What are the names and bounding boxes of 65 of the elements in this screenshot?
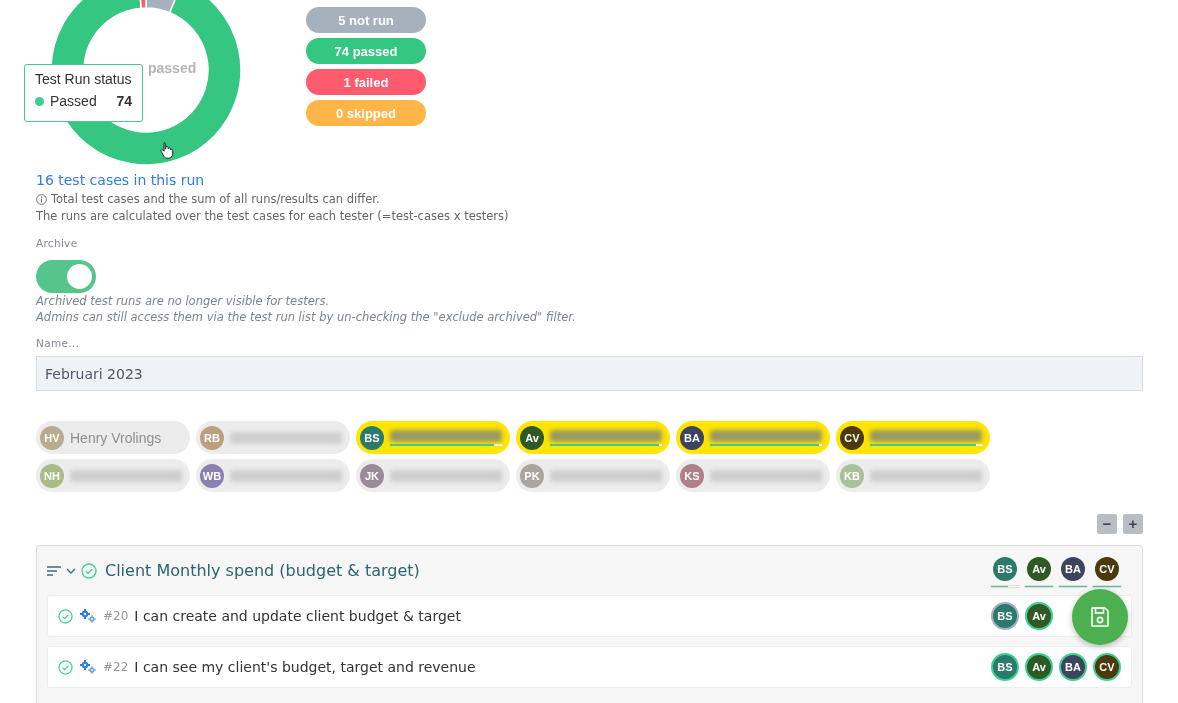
- tester-result-avatar[interactable]: Av: [1025, 653, 1053, 681]
- collapse-button[interactable]: −: [1097, 514, 1117, 534]
- hand-cursor-icon: [160, 141, 174, 159]
- tooltip-value: 74: [116, 93, 132, 109]
- tester-avatar: NH: [40, 463, 64, 488]
- tester-avatar: Av: [1027, 557, 1051, 581]
- tester-avatar: CV: [840, 425, 864, 450]
- tester-result-avatar[interactable]: BS: [991, 653, 1019, 681]
- tester-avatar: BS: [993, 557, 1017, 581]
- tester-chip[interactable]: JK: [356, 459, 510, 492]
- case-title: I can create and update client budget & target: [134, 608, 461, 624]
- tester-chip[interactable]: WB: [196, 459, 350, 492]
- tester-chip[interactable]: CV: [836, 421, 990, 454]
- tester-avatar: BA: [1061, 557, 1085, 581]
- check-circle-icon: [58, 608, 73, 624]
- tester-avatar: PK: [520, 463, 544, 488]
- tester-avatar: KS: [680, 463, 704, 488]
- check-circle-icon: [81, 562, 97, 579]
- save-icon: [1088, 605, 1112, 629]
- tester-result-avatar[interactable]: CV: [1093, 653, 1121, 681]
- tester-avatar: WB: [200, 463, 224, 488]
- name-input-field[interactable]: Februari 2023: [36, 356, 1143, 391]
- tester-avatar: CV: [1095, 557, 1119, 581]
- save-button[interactable]: [1072, 589, 1128, 645]
- tooltip-label: Passed: [50, 93, 97, 109]
- donut-center-label: passed: [148, 60, 197, 76]
- chevron-icon[interactable]: [66, 567, 76, 574]
- archive-toggle[interactable]: [36, 260, 96, 293]
- expand-button[interactable]: +: [1123, 514, 1143, 534]
- tester-chip[interactable]: BS: [356, 421, 510, 454]
- tester-avatar: BA: [680, 425, 704, 450]
- case-title: I can see my client's budget, target and revenue: [134, 659, 476, 675]
- name-label: Name...: [36, 337, 81, 349]
- tester-result-avatar[interactable]: Av: [1025, 602, 1053, 630]
- gears-icon: [79, 609, 97, 623]
- tester-avatar: KB: [840, 463, 864, 488]
- info-text: Total test cases and the sum of all runs/results can differ.: [51, 192, 380, 206]
- archive-label: Archive: [36, 237, 79, 249]
- tester-result-avatar[interactable]: BS: [991, 602, 1019, 630]
- tester-chip[interactable]: KS: [676, 459, 830, 492]
- info-icon: [36, 193, 47, 205]
- tester-avatar: HV: [40, 425, 64, 450]
- note-text: The runs are calculated over the test cases for each tester (=test-cases x testers): [36, 209, 510, 223]
- tester-chip[interactable]: BA: [676, 421, 830, 454]
- tester-avatar: JK: [360, 463, 384, 488]
- tester-name: Henry Vrolings: [70, 429, 163, 446]
- sort-icon[interactable]: [47, 565, 61, 576]
- tooltip-title: Test Run status: [35, 71, 132, 87]
- status-legend-button[interactable]: 1 failed: [306, 69, 426, 95]
- archive-help-text: Admins can still access them via the test run list by un-checking the "exclude archived" filter.: [36, 309, 577, 325]
- case-number: #22: [103, 660, 129, 674]
- gears-icon: [79, 660, 97, 674]
- tester-chip[interactable]: Av: [516, 421, 670, 454]
- test-cases-link[interactable]: 16 test cases in this run: [36, 172, 205, 188]
- test-case-row[interactable]: #20 I can create and update client budget & target BS Av: [47, 595, 1132, 637]
- tester-avatar: RB: [200, 425, 224, 450]
- archive-help-text: Archived test runs are no longer visible for testers.: [36, 293, 331, 309]
- tester-chip[interactable]: HV Henry Vrolings: [36, 421, 190, 454]
- group-title[interactable]: Client Monthly spend (budget & target): [105, 561, 420, 580]
- case-number: #20: [103, 609, 129, 623]
- tester-result-avatar[interactable]: BA: [1059, 653, 1087, 681]
- tester-avatar: BS: [360, 425, 384, 450]
- tester-avatar: Av: [520, 425, 544, 450]
- test-case-row[interactable]: #22 I can see my client's budget, target and revenue BS Av BA CV: [47, 646, 1132, 688]
- check-circle-icon: [58, 659, 73, 675]
